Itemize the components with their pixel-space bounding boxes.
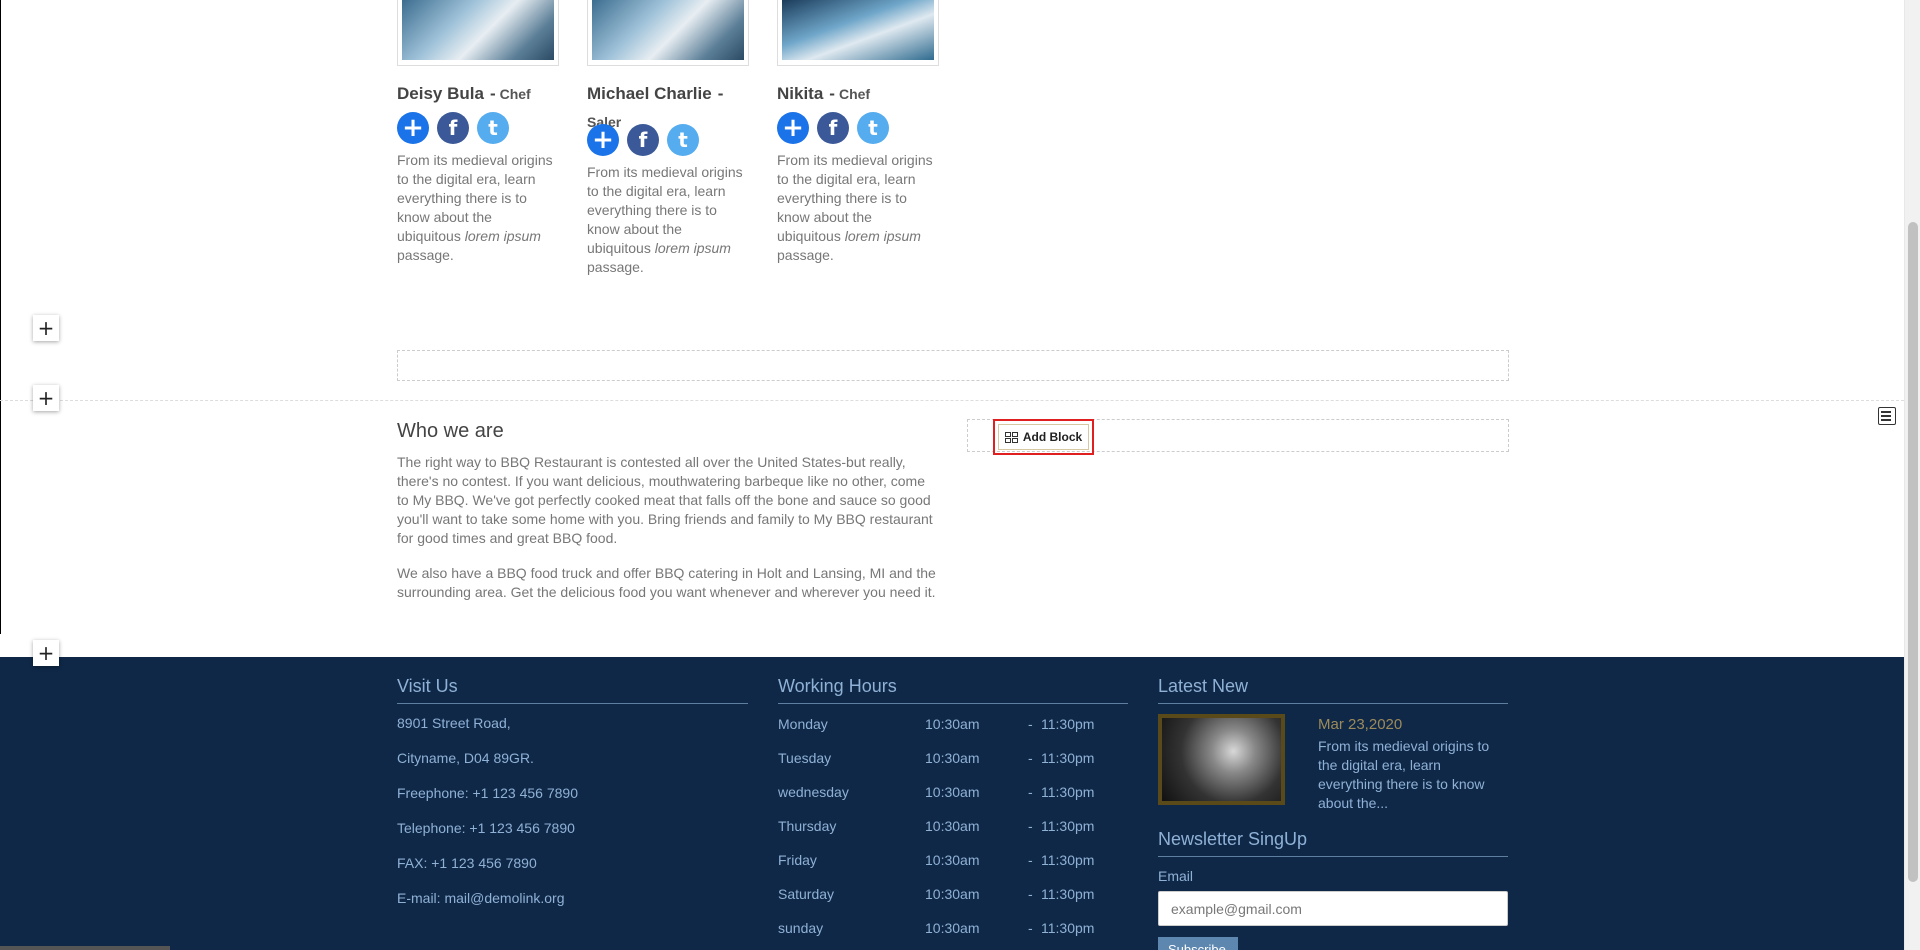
news-thumbnail[interactable] bbox=[1158, 714, 1285, 805]
member-role: Chef bbox=[499, 86, 531, 102]
member-name: Michael Charlie bbox=[587, 84, 712, 103]
member-name-line: Deisy Bula - Chef bbox=[397, 84, 531, 103]
add-block-highlight: Add Block bbox=[993, 419, 1094, 455]
empty-block-placeholder bbox=[397, 350, 1509, 381]
add-section-button[interactable]: + bbox=[33, 315, 59, 341]
email-field[interactable] bbox=[1158, 891, 1508, 926]
member-description: From its medieval origins to the digital… bbox=[587, 164, 743, 275]
footer-visit-line: Freephone: +1 123 456 7890 bbox=[397, 785, 578, 801]
member-description: From its medieval origins to the digital… bbox=[397, 152, 553, 263]
scrollbar-thumb[interactable] bbox=[1908, 222, 1918, 882]
footer-visit-line: FAX: +1 123 456 7890 bbox=[397, 855, 537, 871]
about-title: Who we are bbox=[397, 420, 504, 442]
twitter-icon[interactable]: t bbox=[857, 112, 889, 144]
add-block-label: Add Block bbox=[1022, 430, 1083, 444]
member-name-line: Nikita - Chef bbox=[777, 84, 871, 103]
blocks-grid-icon bbox=[1004, 431, 1018, 443]
about-paragraph: The right way to BBQ Restaurant is conte… bbox=[397, 454, 933, 546]
footer-news-title: Latest New bbox=[1158, 676, 1508, 704]
team-member-card: Nikita - Chef + f t From its medieval orig… bbox=[777, 0, 939, 265]
member-description: From its medieval origins to the digital… bbox=[777, 152, 933, 263]
section-divider bbox=[0, 400, 1904, 401]
about-paragraph: We also have a BBQ food truck and offer … bbox=[397, 565, 936, 600]
member-socials: + f t bbox=[397, 112, 559, 144]
plus-icon[interactable]: + bbox=[777, 112, 809, 144]
news-excerpt[interactable]: From its medieval origins to the digital… bbox=[1318, 737, 1508, 813]
page: Deisy Bula - Chef + f t From its medieval … bbox=[0, 0, 1904, 950]
panel-toggle-icon[interactable] bbox=[1878, 407, 1896, 425]
page-left-border bbox=[0, 0, 1, 634]
footer-hours-title: Working Hours bbox=[778, 676, 1128, 704]
team-member-card: Michael Charlie - Saler + f t From its med… bbox=[587, 0, 749, 277]
member-photo bbox=[587, 0, 749, 66]
footer-visit-line: 8901 Street Road, bbox=[397, 715, 511, 731]
member-name: Deisy Bula bbox=[397, 84, 484, 103]
facebook-icon[interactable]: f bbox=[627, 124, 659, 156]
facebook-icon[interactable]: f bbox=[437, 112, 469, 144]
add-section-button[interactable]: + bbox=[33, 640, 59, 666]
footer-visit-line: Cityname, D04 89GR. bbox=[397, 750, 534, 766]
twitter-icon[interactable]: t bbox=[477, 112, 509, 144]
footer-visit-line: Telephone: +1 123 456 7890 bbox=[397, 820, 575, 836]
bottom-status-bar bbox=[0, 946, 170, 950]
subscribe-button[interactable]: Subscribe bbox=[1158, 937, 1238, 950]
twitter-icon[interactable]: t bbox=[667, 124, 699, 156]
member-socials: + f t bbox=[777, 112, 939, 144]
member-photo bbox=[777, 0, 939, 66]
news-date: Mar 23,2020 bbox=[1318, 716, 1403, 733]
newsletter-title: Newsletter SingUp bbox=[1158, 829, 1508, 857]
add-block-button[interactable]: Add Block bbox=[998, 424, 1089, 450]
team-member-card: Deisy Bula - Chef + f t From its medieval … bbox=[397, 0, 559, 265]
facebook-icon[interactable]: f bbox=[817, 112, 849, 144]
email-label: Email bbox=[1158, 868, 1194, 884]
plus-icon[interactable]: + bbox=[397, 112, 429, 144]
plus-icon[interactable]: + bbox=[587, 124, 619, 156]
add-section-button[interactable]: + bbox=[33, 385, 59, 411]
footer-visit-title: Visit Us bbox=[397, 676, 748, 704]
member-role: Chef bbox=[838, 86, 871, 102]
member-photo bbox=[397, 0, 559, 66]
scrollbar[interactable] bbox=[1904, 0, 1920, 950]
footer-email-link[interactable]: E-mail: mail@demolink.org bbox=[397, 890, 564, 906]
member-socials: + f t bbox=[587, 124, 749, 156]
member-name: Nikita bbox=[777, 84, 824, 103]
